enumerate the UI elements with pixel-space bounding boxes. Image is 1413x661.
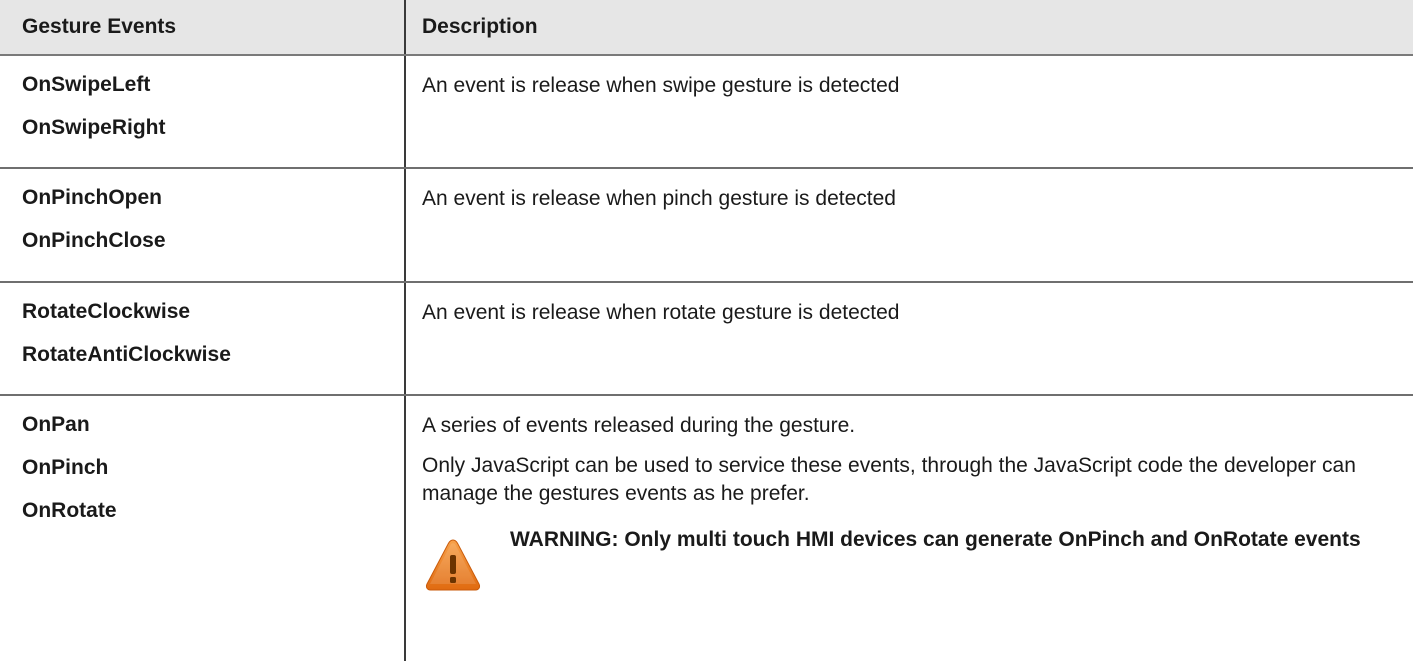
header-gesture-events: Gesture Events bbox=[0, 0, 405, 56]
table-row: OnPinchOpen OnPinchClose An event is rel… bbox=[0, 168, 1413, 283]
description-text: An event is release when rotate gesture … bbox=[422, 301, 900, 324]
event-name: OnPan bbox=[22, 413, 90, 436]
warning-triangle-icon bbox=[425, 539, 481, 591]
event-name: OnPinchClose bbox=[22, 229, 166, 252]
event-name: RotateAntiClockwise bbox=[22, 343, 231, 366]
description-cell: An event is release when pinch gesture i… bbox=[404, 168, 1413, 283]
description-cell: An event is release when rotate gesture … bbox=[404, 282, 1413, 396]
table-row: OnSwipeLeft OnSwipeRight An event is rel… bbox=[0, 55, 1413, 169]
warning-text: WARNING: Only multi touch HMI devices ca… bbox=[510, 528, 1361, 551]
table-row: RotateClockwise RotateAntiClockwise An e… bbox=[0, 282, 1413, 396]
event-name: OnRotate bbox=[22, 499, 117, 522]
header-description: Description bbox=[404, 0, 1413, 56]
event-cell: OnSwipeLeft OnSwipeRight bbox=[0, 55, 405, 169]
event-name: RotateClockwise bbox=[22, 300, 191, 323]
description-text: A series of events released during the g… bbox=[422, 414, 856, 437]
event-cell: RotateClockwise RotateAntiClockwise bbox=[0, 282, 405, 396]
warning-note: WARNING: Only multi touch HMI devices ca… bbox=[422, 520, 1393, 594]
event-cell: OnPan OnPinch OnRotate bbox=[0, 395, 405, 661]
description-cell: A series of events released during the g… bbox=[404, 395, 1413, 661]
gesture-events-table: Gesture Events Description OnSwipeLeft O… bbox=[0, 0, 1413, 661]
event-name: OnPinchOpen bbox=[22, 186, 163, 209]
description-cell: An event is release when swipe gesture i… bbox=[404, 55, 1413, 169]
description-text: An event is release when pinch gesture i… bbox=[422, 187, 896, 210]
table-header-row: Gesture Events Description bbox=[0, 0, 1413, 56]
table-row: OnPan OnPinch OnRotate A series of event… bbox=[0, 395, 1413, 661]
event-cell: OnPinchOpen OnPinchClose bbox=[0, 168, 405, 283]
event-name: OnPinch bbox=[22, 456, 109, 479]
description-text: An event is release when swipe gesture i… bbox=[422, 74, 900, 97]
event-name: OnSwipeRight bbox=[22, 116, 166, 139]
description-text: Only JavaScript can be used to service t… bbox=[422, 454, 1356, 505]
event-name: OnSwipeLeft bbox=[22, 73, 151, 96]
